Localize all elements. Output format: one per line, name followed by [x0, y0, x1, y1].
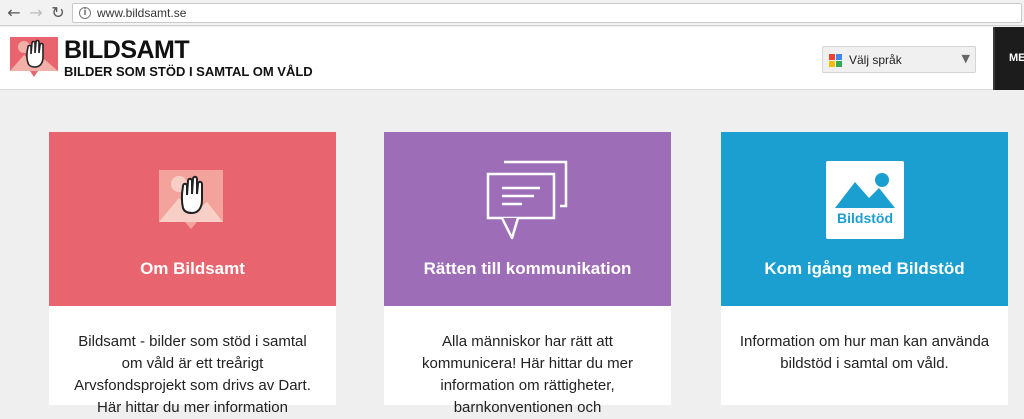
- card-header[interactable]: Bildstöd Kom igång med Bildstöd: [721, 132, 1008, 306]
- forward-arrow-icon[interactable]: →: [26, 3, 46, 23]
- bildstod-icon: Bildstöd: [825, 160, 905, 240]
- site-header: BILDSAMT BILDER SOM STÖD I SAMTAL OM VÅL…: [0, 27, 1024, 90]
- bildstod-icon-label: Bildstöd: [837, 210, 893, 226]
- browser-toolbar: ← → ↻ i www.bildsamt.se: [0, 0, 1024, 26]
- reload-icon[interactable]: ↻: [48, 3, 68, 23]
- address-bar[interactable]: i www.bildsamt.se: [72, 3, 1022, 23]
- card-title[interactable]: Om Bildsamt: [49, 259, 336, 279]
- card-description: Alla människor har rätt att kommunicera!…: [422, 333, 633, 416]
- logo-title[interactable]: BILDSAMT: [64, 36, 190, 65]
- hand-icon: [159, 170, 223, 230]
- card-title[interactable]: Rätten till kommunikation: [384, 259, 671, 279]
- card-om-bildsamt[interactable]: Om Bildsamt Bildsamt - bilder som stöd i…: [49, 132, 336, 416]
- google-translate-icon: [829, 54, 842, 67]
- card-ratten-till-kommunikation[interactable]: Rätten till kommunikation Alla människor…: [384, 132, 671, 416]
- logo-hand-icon[interactable]: [10, 37, 58, 79]
- logo-subtitle: BILDER SOM STÖD I SAMTAL OM VÅLD: [64, 64, 313, 79]
- card-kom-igang-med-bildstod[interactable]: Bildstöd Kom igång med Bildstöd Informat…: [721, 132, 1008, 405]
- back-arrow-icon[interactable]: ←: [4, 3, 24, 23]
- chevron-down-icon: ▼: [961, 52, 970, 65]
- card-description: Bildsamt - bilder som stöd i samtal om v…: [74, 333, 311, 416]
- chat-bubbles-icon: [484, 158, 570, 242]
- card-title[interactable]: Kom igång med Bildstöd: [721, 259, 1008, 279]
- url-text: www.bildsamt.se: [97, 6, 187, 20]
- card-header[interactable]: Om Bildsamt: [49, 132, 336, 306]
- info-icon[interactable]: i: [79, 7, 91, 19]
- menu-label: ME: [1009, 52, 1024, 64]
- card-description: Information om hur man kan använda bilds…: [739, 333, 990, 372]
- language-select-label: Välj språk: [849, 53, 902, 67]
- menu-button[interactable]: ME: [993, 27, 1024, 90]
- language-select[interactable]: Välj språk ▼: [822, 46, 976, 73]
- card-header[interactable]: Rätten till kommunikation: [384, 132, 671, 306]
